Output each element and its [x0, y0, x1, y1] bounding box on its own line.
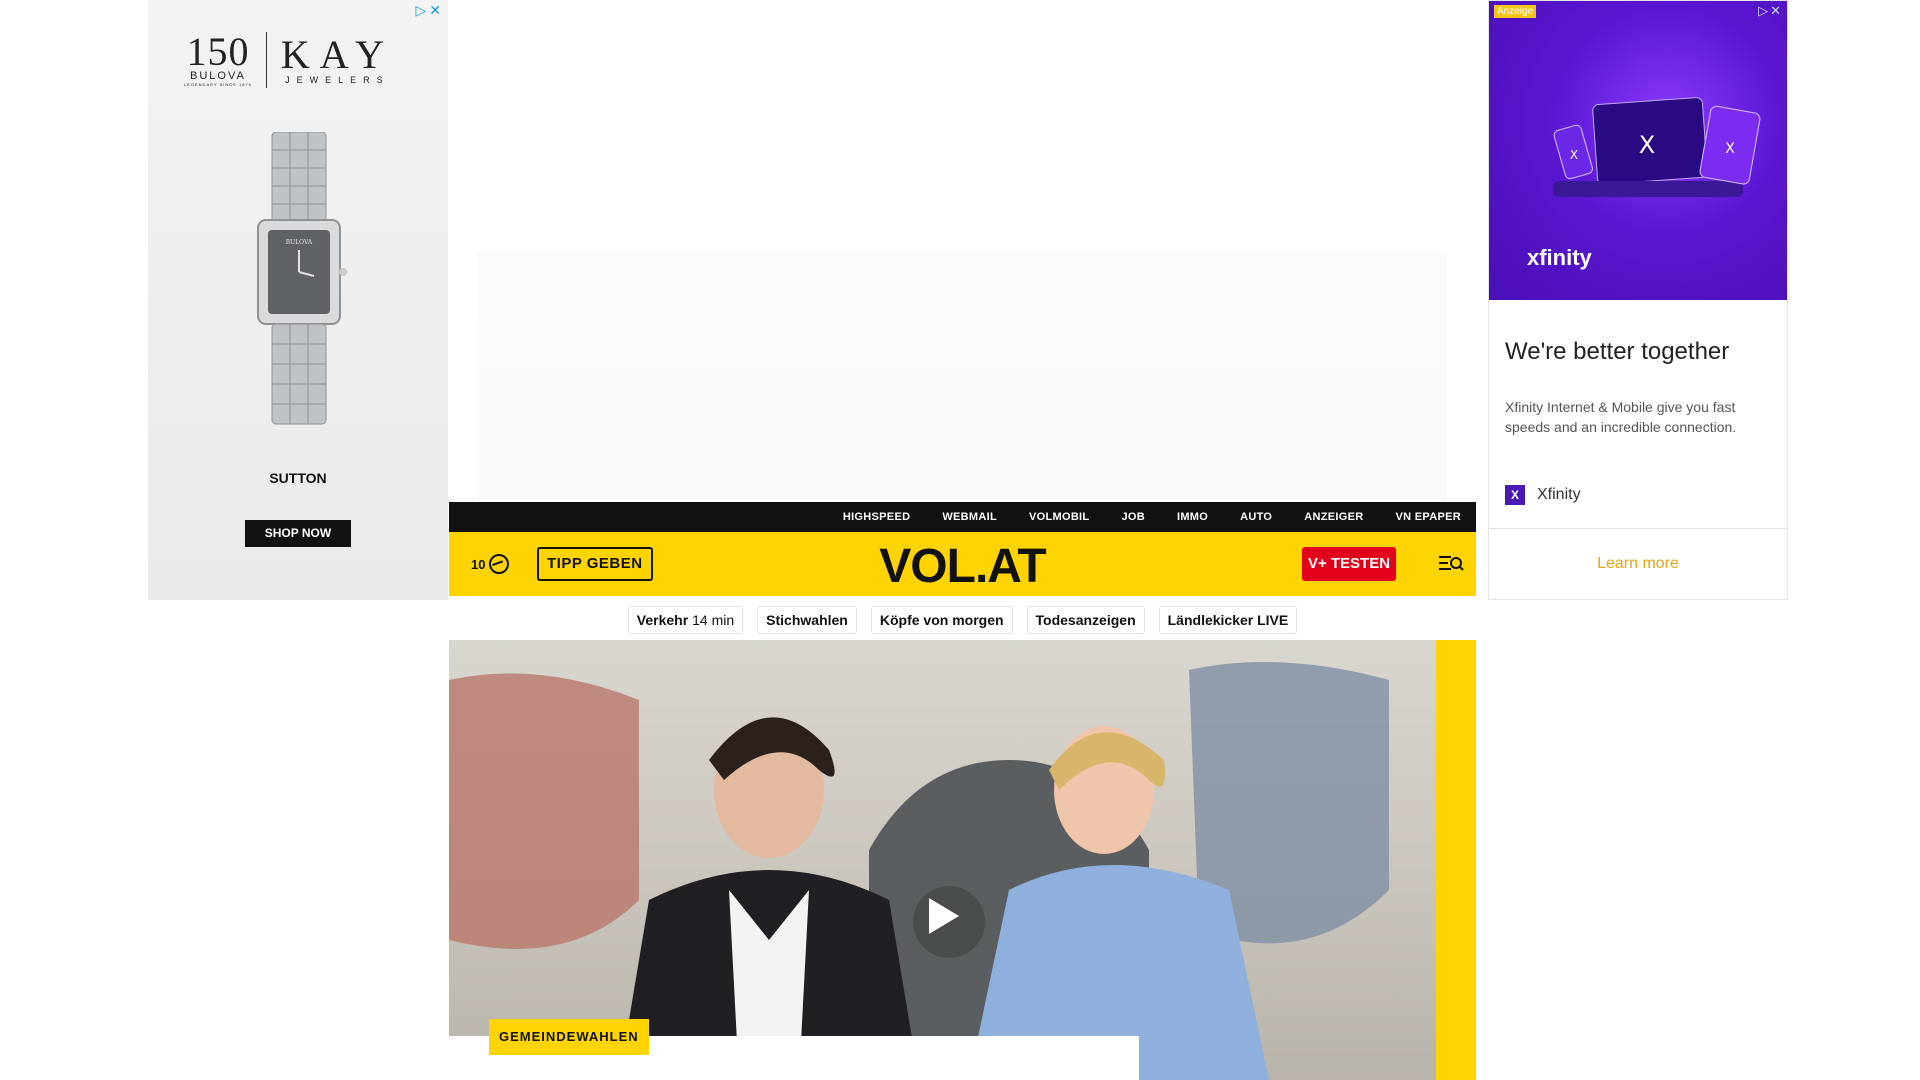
service-bar: HIGHSPEED WEBMAIL VOLMOBIL JOB IMMO AUTO…: [449, 502, 1476, 532]
advertiser-row[interactable]: X Xfinity: [1505, 485, 1581, 505]
bulova-logo: 150 BULOVA LEGENDARY SINCE 1875: [184, 28, 252, 87]
service-link-webmail[interactable]: WEBMAIL: [942, 511, 997, 523]
service-link-volmobil[interactable]: VOLMOBIL: [1029, 511, 1089, 523]
quicklink-koepfe-von-morgen[interactable]: Köpfe von morgen: [870, 606, 1013, 634]
ad-choices-icon[interactable]: ▷✕: [1758, 3, 1783, 19]
kay-sub: JEWELERS: [285, 75, 390, 85]
play-icon[interactable]: [929, 898, 959, 934]
advertiser-name: Xfinity: [1537, 486, 1581, 503]
xfinity-badge-icon: X: [1505, 485, 1525, 505]
ad-product-name: SUTTON: [269, 470, 327, 486]
watch-image: BULOVA: [257, 132, 347, 425]
ad-brand-row: 150 BULOVA LEGENDARY SINCE 1875 KAY JEWE…: [184, 28, 394, 88]
vplus-testen-button[interactable]: V+ TESTEN: [1302, 547, 1396, 581]
weather-icon: [489, 554, 510, 574]
service-link-job[interactable]: JOB: [1121, 511, 1145, 523]
hero-photo: [449, 662, 1389, 1080]
quicklink-stichwahlen[interactable]: Stichwahlen: [757, 606, 857, 634]
svg-text:X: X: [1725, 141, 1735, 157]
ad-choices-icon[interactable]: ▷✕: [416, 2, 445, 19]
bulova-tagline: LEGENDARY SINCE 1875: [184, 81, 252, 87]
bulova-anniversary: 150: [186, 28, 250, 74]
svg-text:X: X: [1570, 148, 1578, 162]
hero-category-tag[interactable]: GEMEINDEWAHLEN: [489, 1019, 649, 1055]
ad-description: Xfinity Internet & Mobile give you fast …: [1505, 399, 1737, 435]
quicklinks: Verkehr 14 min Stichwahlen Köpfe von morg…: [449, 606, 1476, 634]
quicklink-sub: 14 min: [692, 612, 735, 628]
left-ad[interactable]: ▷✕ 150 BULOVA LEGENDARY SINCE 1875 KAY J…: [148, 0, 448, 600]
brand-divider: [265, 32, 267, 88]
menu-search-icon[interactable]: [1438, 554, 1464, 574]
ad-visual[interactable]: X X X Anzeige ▷✕ xfinity: [1489, 1, 1787, 300]
bulova-name: BULOVA: [190, 69, 246, 82]
hero-image[interactable]: [449, 640, 1436, 1080]
service-link-auto[interactable]: AUTO: [1240, 511, 1272, 523]
watch-brand: BULOVA: [286, 239, 313, 246]
quicklink-todesanzeigen[interactable]: Todesanzeigen: [1026, 606, 1145, 634]
service-link-highspeed[interactable]: HIGHSPEED: [843, 511, 911, 523]
quicklink-label: Verkehr: [636, 612, 689, 628]
temperature: 10: [471, 556, 486, 572]
right-ad[interactable]: X X X Anzeige ▷✕ xfinity We're better to…: [1488, 0, 1788, 600]
service-link-vn-epaper[interactable]: VN EPAPER: [1396, 511, 1461, 523]
shop-now-button[interactable]: SHOP NOW: [245, 520, 351, 547]
divider: [1489, 528, 1787, 529]
ad-heading[interactable]: We're better together: [1505, 338, 1729, 366]
kay-name: KAY: [280, 32, 394, 77]
hero-article[interactable]: GEMEINDEWAHLEN: [449, 640, 1476, 1080]
xfinity-logo: xfinity: [1527, 245, 1592, 270]
service-link-immo[interactable]: IMMO: [1177, 511, 1208, 523]
kay-logo: KAY JEWELERS: [280, 32, 394, 86]
quicklink-verkehr[interactable]: Verkehr 14 min: [627, 606, 744, 634]
tipp-geben-button[interactable]: TIPP GEBEN: [537, 547, 653, 581]
service-link-anzeiger[interactable]: ANZEIGER: [1304, 511, 1363, 523]
site-header: 10 TIPP GEBEN VOL.AT V+ TESTEN: [449, 532, 1476, 596]
quicklink-laendlekicker-live[interactable]: Ländlekicker LIVE: [1158, 606, 1298, 634]
weather-widget[interactable]: 10: [471, 554, 510, 574]
svg-text:X: X: [1639, 131, 1655, 159]
top-ad-slot: [477, 0, 1447, 500]
ad-label: Anzeige: [1494, 5, 1537, 18]
learn-more-link[interactable]: Learn more: [1489, 555, 1787, 573]
